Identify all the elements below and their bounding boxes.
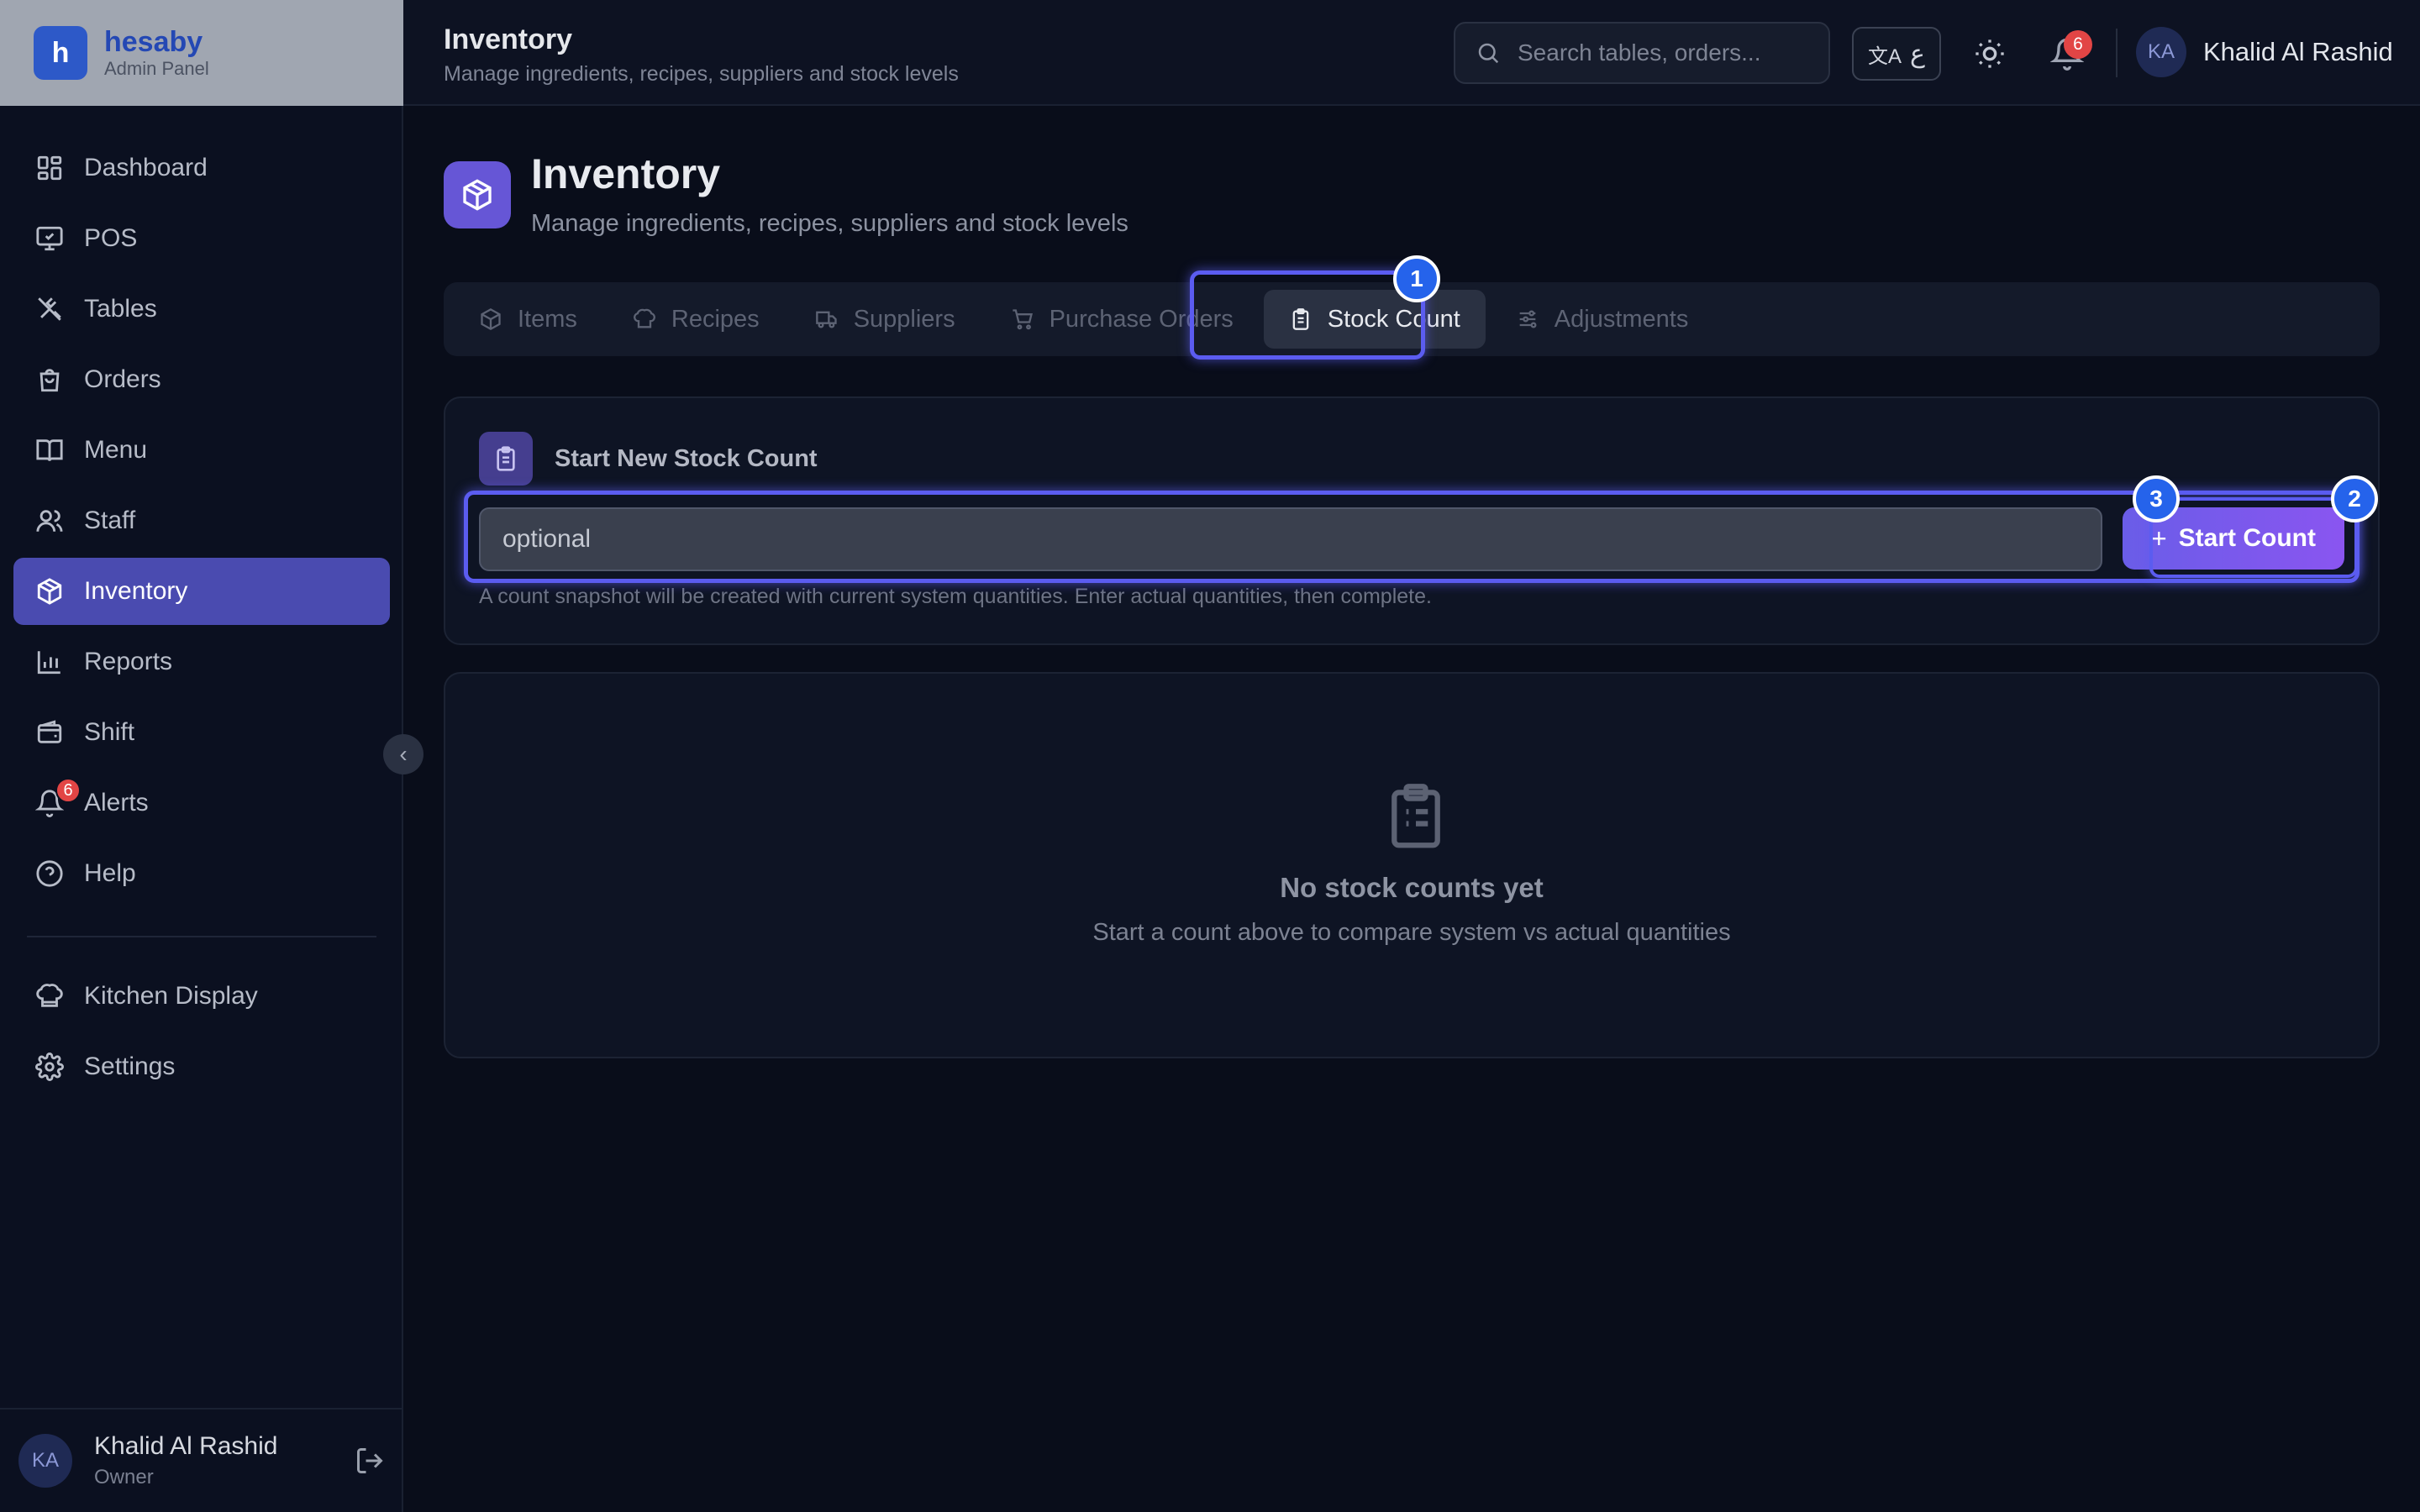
tab-adjustments[interactable]: Adjustments	[1491, 290, 1714, 349]
sidebar-item-label: Reports	[84, 648, 173, 675]
annotation-marker-1: 1	[1393, 255, 1440, 302]
header-title: Inventory	[444, 24, 573, 55]
box-icon	[481, 307, 501, 331]
sidebar-item-label: Inventory	[84, 577, 188, 605]
tab-label: Adjustments	[1554, 305, 1689, 333]
collapse-sidebar-button[interactable]: ‹	[383, 734, 424, 774]
sidebar-item-label: Staff	[84, 507, 136, 534]
header-user-name: Khalid Al Rashid	[2203, 37, 2393, 66]
sidebar-item-inventory[interactable]: Inventory	[13, 558, 390, 625]
sidebar-item-shift[interactable]: Shift	[13, 699, 390, 766]
annotation-marker-2: 2	[2331, 475, 2378, 522]
monitor-icon	[35, 224, 64, 253]
sidebar-item-label: Help	[84, 859, 136, 887]
sidebar-item-label: POS	[84, 224, 138, 252]
sidebar-item-label: Tables	[84, 295, 157, 323]
sidebar-item-tables[interactable]: Tables	[13, 276, 390, 343]
sun-icon[interactable]	[1973, 37, 2007, 71]
sidebar-item-reports[interactable]: Reports	[13, 628, 390, 696]
gear-icon	[35, 1053, 64, 1081]
brand[interactable]: h hesaby Admin Panel	[0, 0, 403, 106]
utensils-icon	[35, 295, 64, 323]
page-title: Inventory	[531, 150, 721, 197]
wallet-icon	[35, 718, 64, 747]
sidebar-item-staff[interactable]: Staff	[13, 487, 390, 554]
sidebar-item-kitchen-display[interactable]: Kitchen Display	[13, 963, 390, 1030]
users-icon	[35, 507, 64, 535]
search-placeholder: Search tables, orders...	[1518, 39, 1761, 66]
bag-icon	[35, 365, 64, 394]
chef-hat-icon	[35, 982, 64, 1011]
search-icon	[1478, 43, 1499, 64]
sliders-icon	[1519, 310, 1537, 328]
brand-name: hesaby	[104, 26, 203, 58]
card-title: Start New Stock Count	[555, 445, 818, 472]
sidebar-item-pos[interactable]: POS	[13, 205, 390, 272]
clipboard-icon	[479, 432, 533, 486]
tab-label: Suppliers	[853, 305, 955, 333]
notification-badge: 6	[2064, 30, 2092, 59]
empty-state-subtitle: Start a count above to compare system vs…	[1092, 919, 1731, 946]
help-icon	[35, 859, 64, 888]
card-hint: A count snapshot will be created with cu…	[479, 585, 1432, 608]
sidebar-user: KA Khalid Al Rashid Owner	[0, 1408, 403, 1512]
search-input[interactable]: Search tables, orders...	[1454, 22, 1830, 84]
empty-state-title: No stock counts yet	[1280, 872, 1544, 903]
sidebar-item-alerts[interactable]: 6 Alerts	[13, 769, 390, 837]
top-header: Inventory Manage ingredients, recipes, s…	[403, 0, 2420, 106]
sidebar-item-label: Alerts	[84, 789, 149, 816]
header-subtitle: Manage ingredients, recipes, suppliers a…	[444, 62, 959, 86]
sidebar-divider	[27, 936, 376, 937]
language-label: ع	[1910, 39, 1925, 68]
app-root: h hesaby Admin Panel Dashboard POS Table…	[0, 0, 2420, 1512]
sidebar-item-help[interactable]: Help	[13, 840, 390, 907]
box-icon	[444, 161, 511, 228]
header-divider	[2116, 29, 2118, 77]
sidebar: h hesaby Admin Panel Dashboard POS Table…	[0, 0, 403, 1512]
translate-icon: 文A	[1868, 45, 1902, 68]
book-icon	[35, 436, 64, 465]
sidebar-item-menu[interactable]: Menu	[13, 417, 390, 484]
tab-label: Items	[518, 305, 577, 333]
sidebar-item-label: Kitchen Display	[84, 982, 258, 1010]
tab-suppliers[interactable]: Suppliers	[790, 290, 981, 349]
chef-hat-icon	[633, 308, 655, 328]
avatar[interactable]: KA	[18, 1434, 72, 1488]
bar-chart-icon	[35, 648, 64, 676]
language-toggle-button[interactable]: 文A ع	[1852, 27, 1941, 81]
brand-logo: h	[34, 26, 87, 80]
page-subtitle: Manage ingredients, recipes, suppliers a…	[531, 210, 1128, 237]
tab-label: Recipes	[671, 305, 760, 333]
sidebar-item-label: Settings	[84, 1053, 176, 1080]
clipboard-list-icon	[1386, 783, 1445, 850]
sidebar-item-label: Dashboard	[84, 154, 208, 181]
highlight-start-count-button	[2149, 497, 2358, 578]
sidebar-item-settings[interactable]: Settings	[13, 1033, 390, 1100]
avatar: KA	[2136, 27, 2186, 77]
sidebar-nav: Dashboard POS Tables Orders Menu Staff I…	[13, 134, 390, 1104]
annotation-marker-3: 3	[2133, 475, 2180, 522]
brand-subtitle: Admin Panel	[104, 58, 209, 79]
tab-recipes[interactable]: Recipes	[608, 290, 785, 349]
sidebar-item-label: Menu	[84, 436, 148, 464]
empty-state: No stock counts yet Start a count above …	[444, 672, 2380, 1058]
logout-icon[interactable]	[355, 1446, 385, 1476]
box-icon	[35, 577, 64, 606]
sidebar-item-dashboard[interactable]: Dashboard	[13, 134, 390, 202]
sidebar-item-label: Shift	[84, 718, 135, 746]
sidebar-item-orders[interactable]: Orders	[13, 346, 390, 413]
tab-items[interactable]: Items	[454, 290, 602, 349]
highlight-start-count-row	[464, 491, 2360, 583]
alerts-badge: 6	[55, 778, 81, 803]
header-user-menu[interactable]: KA Khalid Al Rashid	[2136, 27, 2393, 77]
grid-icon	[35, 154, 64, 182]
highlight-stock-count-tab	[1190, 270, 1425, 360]
sidebar-item-label: Orders	[84, 365, 161, 393]
cart-icon	[1012, 309, 1033, 330]
user-name: Khalid Al Rashid	[94, 1432, 278, 1460]
truck-icon	[815, 311, 837, 328]
user-role: Owner	[94, 1466, 154, 1488]
